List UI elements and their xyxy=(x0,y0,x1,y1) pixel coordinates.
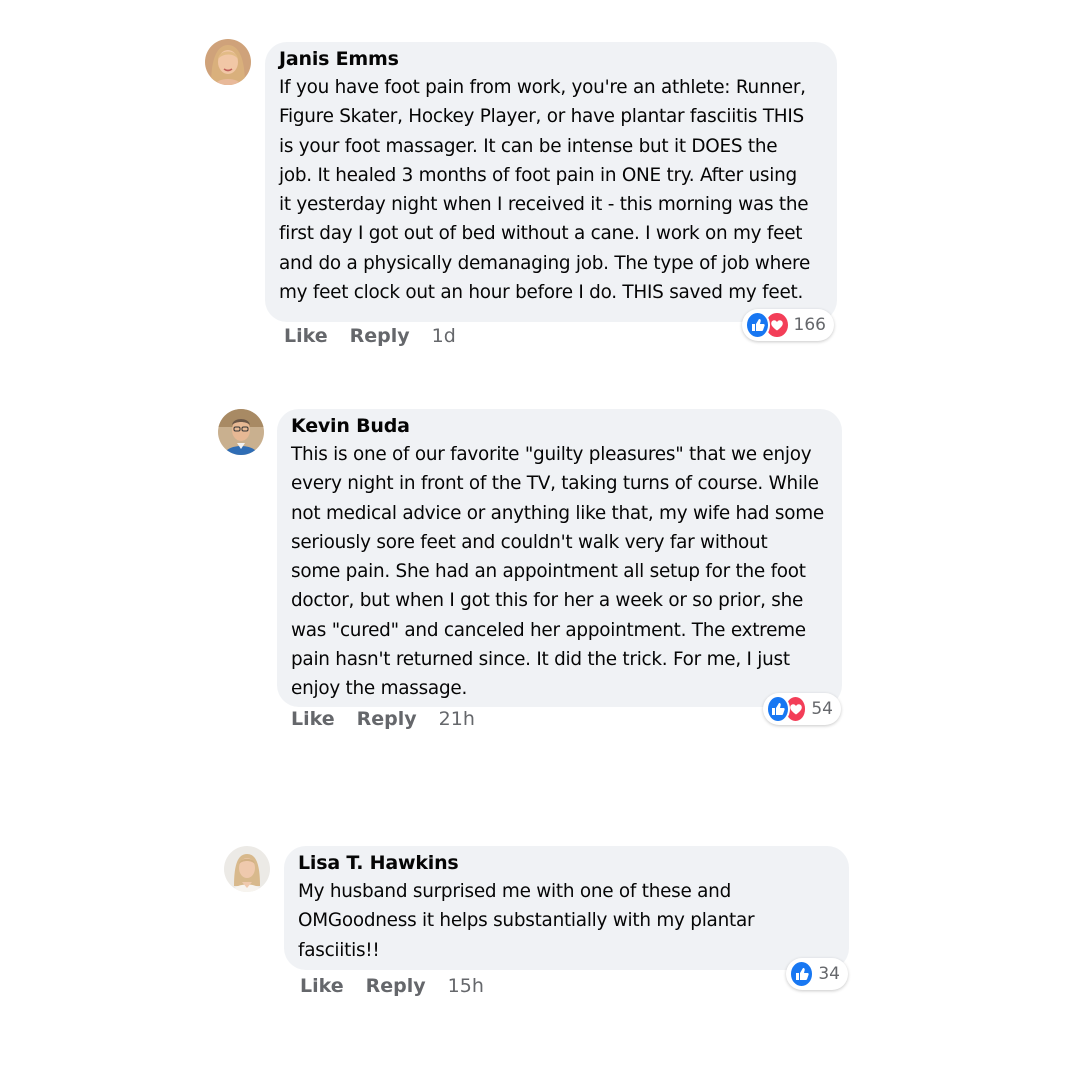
avatar[interactable] xyxy=(224,846,270,892)
like-icon xyxy=(766,695,790,723)
comment-actions: Like Reply 1d xyxy=(284,325,456,347)
comment-timestamp[interactable]: 15h xyxy=(448,975,484,997)
avatar[interactable] xyxy=(218,409,264,455)
comment-timestamp[interactable]: 1d xyxy=(432,325,456,347)
like-button[interactable]: Like xyxy=(300,975,344,997)
comment-author[interactable]: Lisa T. Hawkins xyxy=(298,849,836,877)
like-button[interactable]: Like xyxy=(291,708,335,730)
reaction-summary[interactable]: 54 xyxy=(763,693,841,725)
comment-actions: Like Reply 21h xyxy=(291,708,475,730)
reply-button[interactable]: Reply xyxy=(350,325,410,347)
reaction-summary[interactable]: 34 xyxy=(786,958,848,990)
reply-button[interactable]: Reply xyxy=(357,708,417,730)
comment-timestamp[interactable]: 21h xyxy=(439,708,475,730)
comment-text: My husband surprised me with one of thes… xyxy=(298,881,755,961)
comment-text: This is one of our favorite "guilty plea… xyxy=(291,444,824,700)
like-button[interactable]: Like xyxy=(284,325,328,347)
comment-author[interactable]: Kevin Buda xyxy=(291,412,829,440)
reaction-count: 34 xyxy=(818,964,840,984)
comment-bubble: Lisa T. Hawkins My husband surprised me … xyxy=(284,846,849,970)
reaction-count: 166 xyxy=(793,315,826,335)
reaction-count: 54 xyxy=(811,699,833,719)
comment-actions: Like Reply 15h xyxy=(300,975,484,997)
comment-author[interactable]: Janis Emms xyxy=(279,45,824,73)
comment-bubble: Kevin Buda This is one of our favorite "… xyxy=(277,409,842,707)
comment-text: If you have foot pain from work, you're … xyxy=(279,77,811,304)
reaction-summary[interactable]: 166 xyxy=(742,309,834,341)
comment-bubble: Janis Emms If you have foot pain from wo… xyxy=(265,42,837,322)
like-icon xyxy=(789,960,815,988)
like-icon xyxy=(745,311,771,339)
avatar[interactable] xyxy=(205,39,251,85)
reply-button[interactable]: Reply xyxy=(366,975,426,997)
